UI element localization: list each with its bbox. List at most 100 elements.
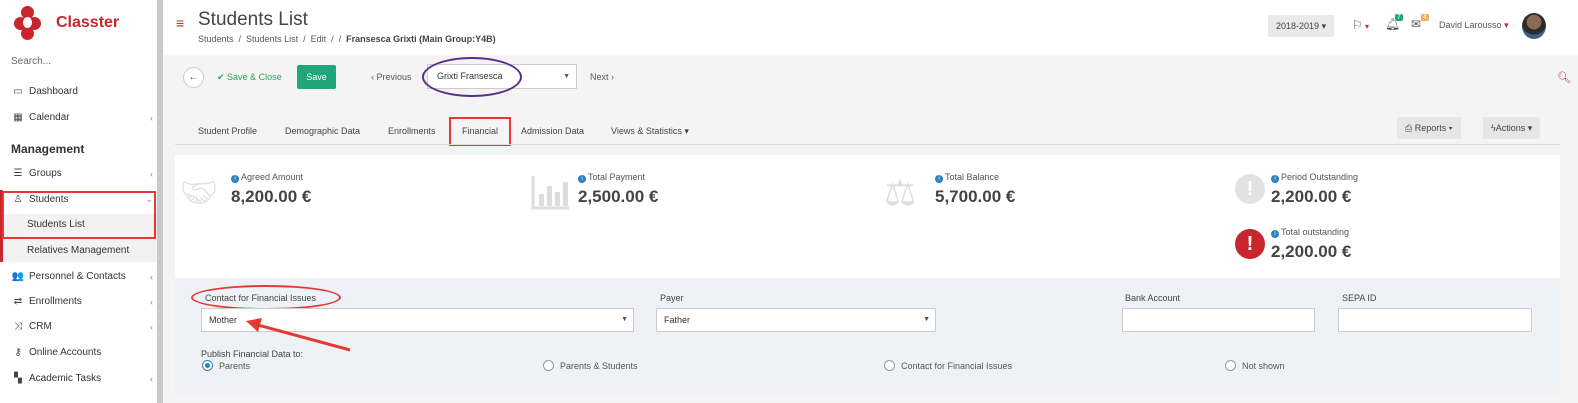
sepa-id-field[interactable]	[1338, 308, 1532, 332]
arrow-left-icon: ←	[188, 72, 199, 83]
caret-down-icon: ▼	[621, 316, 628, 323]
radio-dot	[884, 360, 895, 371]
info-icon: i	[935, 175, 943, 183]
reports-label: Reports	[1414, 123, 1447, 133]
user-menu[interactable]: David Larousso ▾	[1439, 20, 1509, 31]
print-icon: ⎙	[1405, 123, 1415, 133]
contact-label-annotation	[191, 285, 341, 310]
check-icon: ✔	[217, 72, 228, 82]
next-button[interactable]: Next ›	[590, 72, 614, 82]
avatar[interactable]	[1522, 13, 1546, 39]
sepa-id-label: SEPA ID	[1342, 293, 1377, 303]
students-highlight-box	[2, 191, 156, 239]
exclamation-alert-icon: !	[1235, 229, 1265, 259]
messages-badge: 4	[1421, 14, 1429, 21]
total-payment-value: 2,500.00 €	[578, 187, 659, 206]
exclamation-icon: !	[1235, 174, 1265, 204]
tab-admission-data[interactable]: Admission Data	[521, 126, 584, 136]
calendar-icon: ▦	[13, 112, 23, 123]
agreed-amount-value: 8,200.00 €	[231, 187, 312, 206]
breadcrumb-edit[interactable]: Edit	[311, 34, 327, 44]
stat-label-text: Total Payment	[588, 172, 646, 182]
arrow-head	[246, 318, 262, 332]
sidebar-item-calendar[interactable]: ▦ Calendar ‹	[11, 112, 157, 123]
agreed-amount-label: i Agreed Amount	[231, 172, 303, 183]
sidebar-item-enrollments[interactable]: ⇄ Enrollments ‹	[11, 296, 157, 307]
envelope-icon[interactable]: ✉	[1411, 17, 1421, 31]
breadcrumb-current: Fransesca Grixti (Main Group:Y4B)	[346, 34, 496, 44]
stat-label-text: Agreed Amount	[241, 172, 304, 182]
radio-parents-students[interactable]: Parents & Students	[543, 360, 638, 371]
total-outstanding-value: 2,200.00 €	[1271, 242, 1352, 261]
period-outstanding-label: i Period Outstanding	[1271, 172, 1358, 183]
radio-dot	[543, 360, 554, 371]
stat-label-text: Total Balance	[945, 172, 1000, 182]
sidebar-item-dashboard[interactable]: ▭ Dashboard	[11, 86, 157, 97]
breadcrumb-students-list[interactable]: Students List	[246, 34, 298, 44]
back-button[interactable]: ←	[183, 67, 204, 88]
actions-button[interactable]: ϟActions ▾	[1483, 117, 1541, 139]
handshake-icon: 🤝︎	[180, 177, 219, 210]
sidebar-item-label: Groups	[29, 168, 62, 179]
payer-select[interactable]: Father ▼	[656, 308, 936, 332]
radio-contact-financial[interactable]: Contact for Financial Issues	[884, 360, 1012, 371]
info-icon: i	[231, 175, 239, 183]
sidebar-item-label: Dashboard	[29, 86, 78, 97]
radio-dot	[202, 360, 213, 371]
sidebar-search-input[interactable]: Search...	[11, 56, 51, 67]
academic-year-select[interactable]: 2018-2019 ▾	[1268, 15, 1335, 37]
caret-down-icon: ▾	[681, 126, 689, 136]
radio-parents[interactable]: Parents	[202, 360, 250, 371]
save-close-label: Save & Close	[227, 72, 282, 82]
info-icon: i	[1271, 175, 1279, 183]
brand-name: Classter	[56, 14, 120, 31]
stat-label-text: Total outstanding	[1281, 227, 1350, 237]
tab-enrollments[interactable]: Enrollments	[388, 126, 436, 136]
radio-label: Not shown	[1242, 360, 1285, 371]
sidebar-item-crm[interactable]: ⤨ CRM ‹	[11, 321, 157, 332]
payer-label: Payer	[660, 293, 684, 303]
search-icon[interactable]: 🔍︎	[1557, 71, 1571, 84]
save-button[interactable]: Save	[297, 65, 336, 89]
bank-account-field[interactable]	[1122, 308, 1315, 332]
sidebar-item-groups[interactable]: ☰ Groups ‹	[11, 168, 157, 179]
key-icon: ⚷	[14, 347, 22, 358]
total-payment-label: i Total Payment	[578, 172, 645, 183]
chevron-left-icon: ‹	[150, 373, 153, 384]
classter-logo-icon	[14, 6, 44, 40]
radio-dot	[1225, 360, 1236, 371]
breadcrumb: Students / Students List / Edit / / Fran…	[198, 34, 496, 44]
save-and-close-button[interactable]: ✔ Save & Close	[217, 72, 282, 83]
reports-button[interactable]: ⎙ Reports ▾	[1397, 117, 1461, 139]
sidebar-item-academic-tasks[interactable]: ▚ Academic Tasks ‹	[11, 373, 157, 384]
breadcrumb-students[interactable]: Students	[198, 34, 234, 44]
publish-financial-label: Publish Financial Data to:	[201, 349, 304, 359]
sidebar-item-label: Calendar	[29, 112, 70, 123]
sidebar-item-label: Online Accounts	[29, 347, 102, 358]
caret-down-icon: ▾	[1446, 123, 1453, 133]
sidebar-subitem-relatives-management[interactable]: Relatives Management	[27, 245, 129, 256]
tab-divider	[175, 144, 1560, 145]
logo[interactable]: Classter	[14, 6, 119, 40]
breadcrumb-separator: /	[331, 34, 334, 44]
sidebar-scrollbar[interactable]	[157, 0, 163, 403]
laptop-icon: ▭	[13, 86, 23, 97]
tab-views-statistics[interactable]: Views & Statistics ▾	[611, 126, 689, 137]
sidebar-item-label: CRM	[29, 321, 52, 332]
info-icon: i	[578, 175, 586, 183]
radio-not-shown[interactable]: Not shown	[1225, 360, 1285, 371]
hamburger-menu-icon[interactable]: ≡	[176, 15, 184, 31]
breadcrumb-separator: /	[238, 34, 242, 44]
total-outstanding-label: i Total outstanding	[1271, 227, 1349, 238]
balance-scale-icon: ⚖	[884, 172, 917, 213]
previous-button[interactable]: ‹ Previous	[371, 72, 412, 82]
exchange-icon: ⇄	[13, 296, 23, 307]
flag-icon[interactable]: ⚐ ▾	[1352, 18, 1369, 32]
arrow-shaft	[253, 322, 351, 352]
sidebar-item-online-accounts[interactable]: ⚷ Online Accounts	[11, 347, 157, 358]
sidebar-item-personnel-contacts[interactable]: 👥 Personnel & Contacts ‹	[11, 271, 157, 282]
tab-student-profile[interactable]: Student Profile	[198, 126, 257, 136]
tab-demographic-data[interactable]: Demographic Data	[285, 126, 360, 136]
chevron-left-icon: ‹	[150, 296, 153, 307]
previous-label: Previous	[376, 72, 412, 82]
